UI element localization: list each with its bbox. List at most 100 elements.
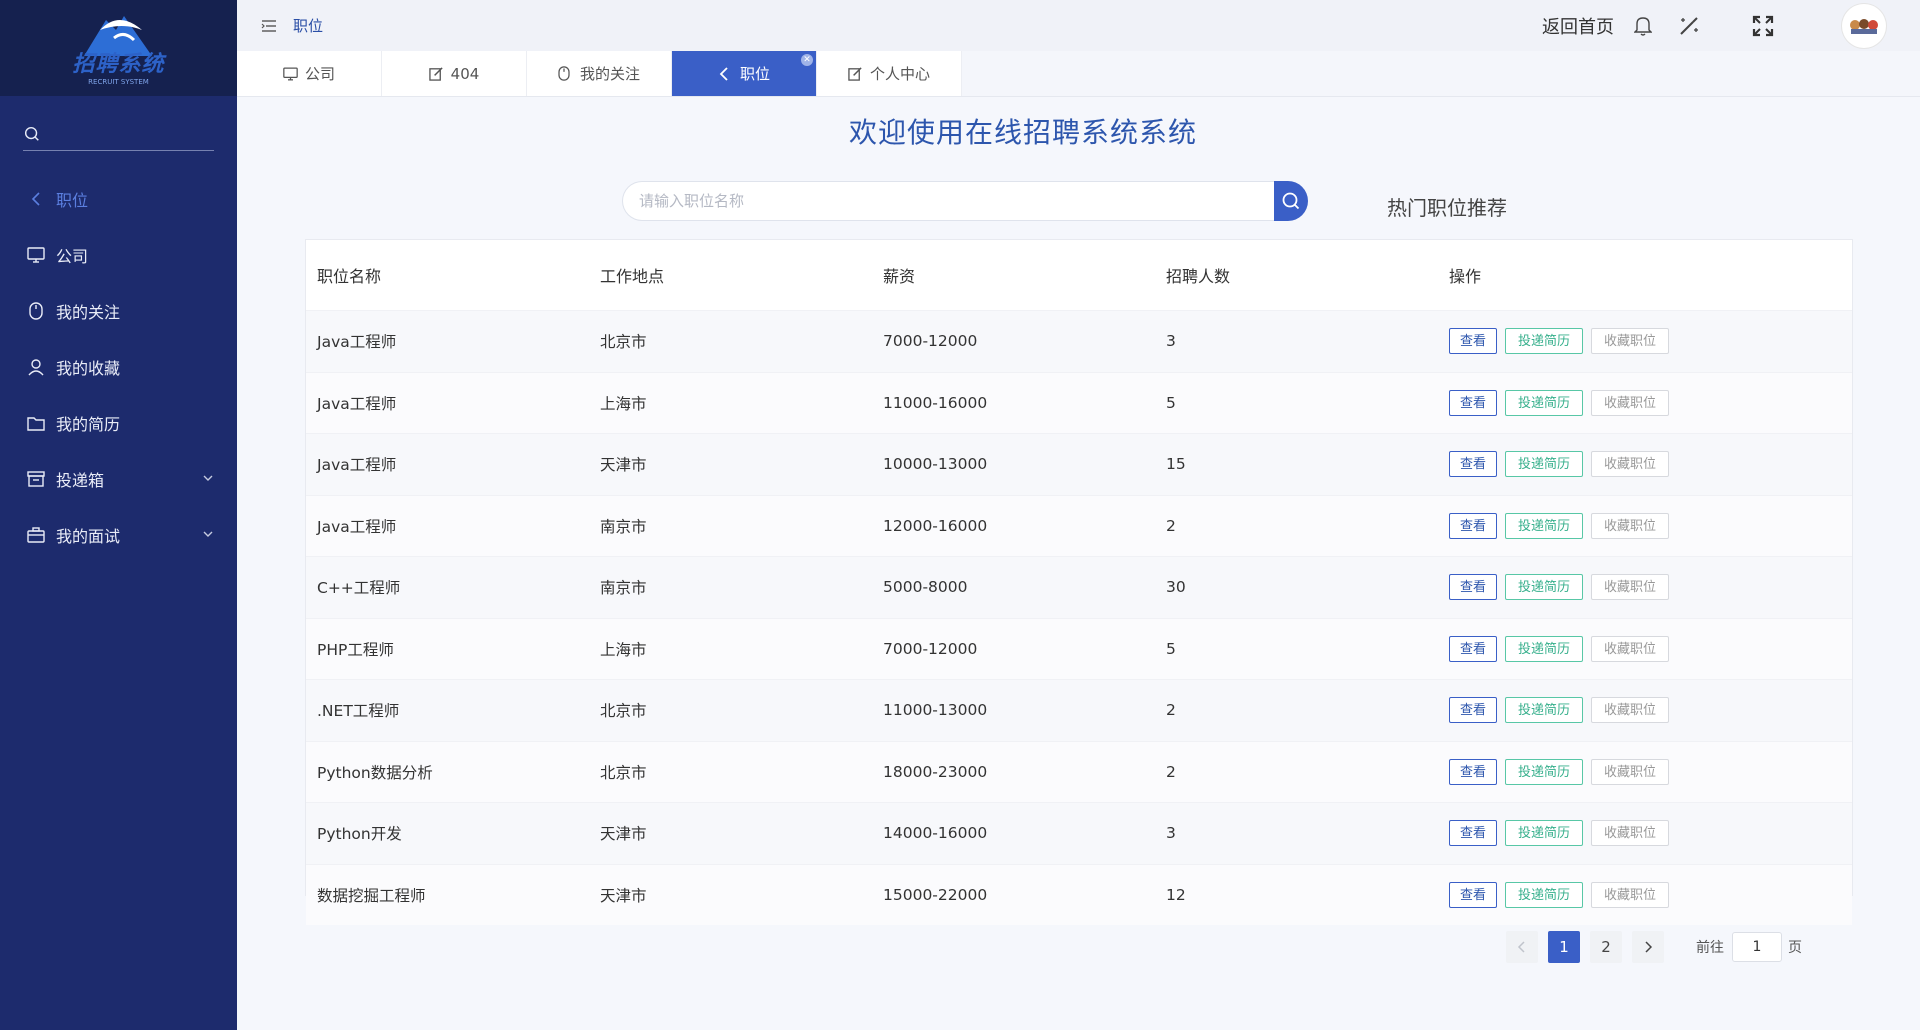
cell-job-name: Java工程师	[306, 310, 589, 372]
view-button[interactable]: 查看	[1449, 451, 1498, 478]
apply-resume-button[interactable]: 投递简历	[1505, 451, 1584, 478]
favorite-job-button[interactable]: 收藏职位	[1591, 881, 1670, 908]
view-button[interactable]: 查看	[1449, 389, 1498, 416]
cell-location: 南京市	[589, 494, 872, 557]
table-row: Java工程师 北京市 7000-12000 3 查看 投递简历 收藏职位	[306, 310, 1852, 372]
cell-headcount: 3	[1155, 310, 1438, 372]
apply-resume-button[interactable]: 投递简历	[1505, 328, 1584, 355]
mouse-icon	[26, 301, 46, 321]
monitor-icon	[283, 66, 299, 82]
view-button[interactable]: 查看	[1449, 512, 1498, 539]
favorite-job-button[interactable]: 收藏职位	[1591, 697, 1670, 724]
cell-job-name: C++工程师	[306, 556, 589, 618]
favorite-job-button[interactable]: 收藏职位	[1591, 328, 1670, 355]
sidebar-item-favorites[interactable]: 我的收藏	[0, 339, 237, 395]
cell-salary: 18000-23000	[872, 740, 1155, 803]
view-button[interactable]: 查看	[1449, 697, 1498, 724]
sidebar-item-outbox[interactable]: 投递箱	[0, 451, 237, 507]
favorite-job-button[interactable]: 收藏职位	[1591, 451, 1670, 478]
favorite-job-button[interactable]: 收藏职位	[1591, 574, 1670, 601]
cell-salary: 7000-12000	[872, 617, 1155, 680]
next-page-button[interactable]	[1632, 931, 1664, 963]
view-button[interactable]: 查看	[1449, 758, 1498, 785]
main-content: 欢迎使用在线招聘系统系统 热门职位推荐 职位名称 工作地点 薪资 招聘人数 操作…	[237, 97, 1920, 1030]
cell-headcount: 15	[1155, 433, 1438, 495]
tab-404[interactable]: 404	[382, 51, 527, 96]
page-2-button[interactable]: 2	[1590, 931, 1622, 963]
close-icon[interactable]: ✕	[801, 54, 813, 66]
jump-label: 前往	[1696, 940, 1724, 956]
favorite-job-button[interactable]: 收藏职位	[1591, 758, 1670, 785]
cell-salary: 11000-16000	[872, 371, 1155, 434]
apply-resume-button[interactable]: 投递简历	[1505, 881, 1584, 908]
cell-actions: 查看 投递简历 收藏职位	[1438, 863, 1852, 925]
avatar[interactable]	[1842, 3, 1886, 48]
menu-toggle-icon[interactable]	[261, 18, 277, 34]
magic-wand-icon[interactable]	[1678, 15, 1700, 37]
table-row: Python数据分析 北京市 18000-23000 2 查看 投递简历 收藏职位	[306, 740, 1852, 803]
apply-resume-button[interactable]: 投递简历	[1505, 512, 1584, 539]
sidebar-item-company[interactable]: 公司	[0, 227, 237, 283]
apply-resume-button[interactable]: 投递简历	[1505, 389, 1584, 416]
tab-jobs[interactable]: 职位 ✕	[672, 51, 817, 96]
favorite-job-button[interactable]: 收藏职位	[1591, 389, 1670, 416]
apply-resume-button[interactable]: 投递简历	[1505, 574, 1584, 601]
sidebar-item-label: 公司	[56, 247, 89, 266]
apply-resume-button[interactable]: 投递简历	[1505, 697, 1584, 724]
tab-follows[interactable]: 我的关注	[527, 51, 672, 96]
table-row: Python开发 天津市 14000-16000 3 查看 投递简历 收藏职位	[306, 802, 1852, 864]
header-actions: 操作	[1438, 240, 1852, 311]
favorite-job-button[interactable]: 收藏职位	[1591, 512, 1670, 539]
cell-job-name: Java工程师	[306, 494, 589, 557]
sidebar-nav: 职位 公司 我的关注 我的收藏 我的简历 投递箱 我的面试	[0, 171, 237, 563]
cell-salary: 14000-16000	[872, 802, 1155, 864]
apply-resume-button[interactable]: 投递简历	[1505, 820, 1584, 847]
favorite-job-button[interactable]: 收藏职位	[1591, 635, 1670, 662]
view-button[interactable]: 查看	[1449, 881, 1498, 908]
view-button[interactable]: 查看	[1449, 820, 1498, 847]
edit-icon	[848, 66, 864, 82]
favorite-job-button[interactable]: 收藏职位	[1591, 820, 1670, 847]
fullscreen-icon[interactable]	[1752, 15, 1774, 37]
view-button[interactable]: 查看	[1449, 574, 1498, 601]
sidebar-item-interviews[interactable]: 我的面试	[0, 507, 237, 563]
chevron-left-icon	[1517, 941, 1525, 953]
logo[interactable]: 招聘系统 RECRUIT SYSTEM	[64, 8, 174, 88]
cell-actions: 查看 投递简历 收藏职位	[1438, 371, 1852, 434]
view-button[interactable]: 查看	[1449, 328, 1498, 355]
apply-resume-button[interactable]: 投递简历	[1505, 635, 1584, 662]
jump-page-input[interactable]	[1732, 932, 1782, 962]
tab-company[interactable]: 公司	[237, 51, 382, 96]
cell-salary: 10000-13000	[872, 433, 1155, 495]
cell-actions: 查看 投递简历 收藏职位	[1438, 556, 1852, 618]
cell-job-name: Python数据分析	[306, 740, 589, 803]
job-search-input[interactable]	[622, 181, 1274, 221]
folder-icon	[26, 413, 46, 433]
cell-salary: 15000-22000	[872, 863, 1155, 925]
cell-headcount: 5	[1155, 371, 1438, 434]
cell-actions: 查看 投递简历 收藏职位	[1438, 617, 1852, 680]
apply-resume-button[interactable]: 投递简历	[1505, 758, 1584, 785]
search-button[interactable]	[1274, 181, 1308, 221]
cell-actions: 查看 投递简历 收藏职位	[1438, 679, 1852, 741]
sidebar-search[interactable]	[23, 118, 214, 151]
bell-icon[interactable]	[1632, 15, 1654, 37]
view-button[interactable]: 查看	[1449, 635, 1498, 662]
prev-page-button[interactable]	[1506, 931, 1538, 963]
header-job-name: 职位名称	[306, 240, 589, 311]
sidebar-item-label: 我的面试	[56, 527, 121, 546]
sidebar-item-jobs[interactable]: 职位	[0, 171, 237, 227]
box-icon	[26, 469, 46, 489]
tab-profile[interactable]: 个人中心	[817, 51, 962, 96]
suitcase-icon	[26, 525, 46, 545]
chevron-down-icon	[203, 531, 213, 537]
sidebar-item-resume[interactable]: 我的简历	[0, 395, 237, 451]
cell-job-name: PHP工程师	[306, 617, 589, 680]
cell-location: 天津市	[589, 863, 872, 925]
home-link[interactable]: 返回首页	[1542, 13, 1614, 39]
top-header: 职位 返回首页	[237, 0, 1920, 52]
sidebar-item-label: 我的关注	[56, 303, 121, 322]
cell-actions: 查看 投递简历 收藏职位	[1438, 433, 1852, 495]
sidebar-item-follows[interactable]: 我的关注	[0, 283, 237, 339]
page-1-button[interactable]: 1	[1548, 931, 1580, 963]
